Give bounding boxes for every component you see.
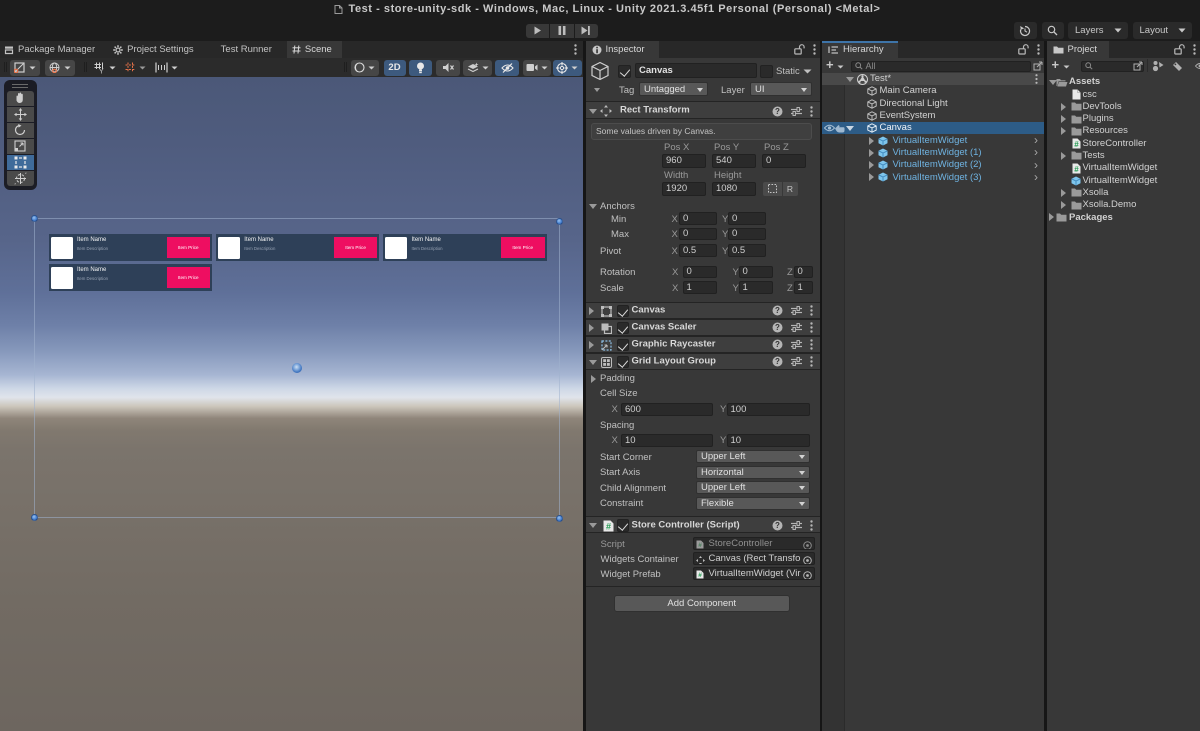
svg-text:?: ? (775, 107, 780, 116)
svg-text:?: ? (775, 306, 780, 315)
svg-text:#: # (1074, 164, 1079, 173)
svg-text:Y: Y (99, 68, 104, 74)
svg-text:?: ? (775, 340, 780, 349)
svg-text:?: ? (775, 521, 780, 530)
svg-text:?: ? (775, 357, 780, 366)
svg-text:#: # (698, 572, 702, 579)
svg-text:?: ? (775, 323, 780, 332)
svg-text:#: # (605, 521, 610, 531)
svg-text:#: # (698, 542, 702, 549)
svg-text:#: # (1074, 140, 1079, 149)
